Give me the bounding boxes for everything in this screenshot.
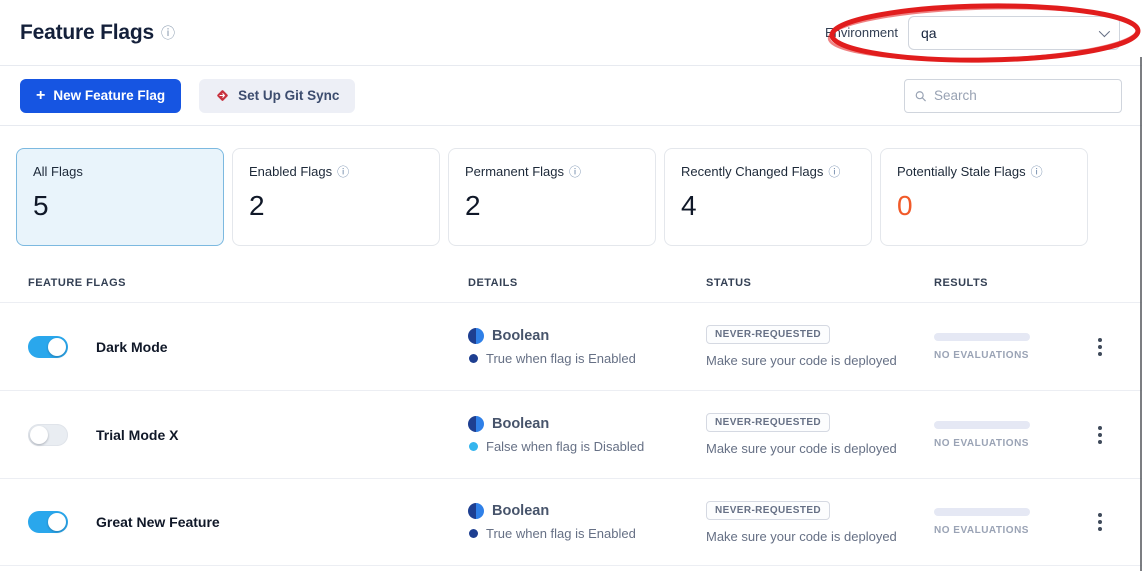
setup-git-sync-button[interactable]: Set Up Git Sync [199, 79, 355, 113]
boolean-type-icon [468, 328, 484, 344]
environment-label: Environment [825, 25, 898, 40]
chevron-down-icon [1099, 25, 1110, 36]
stat-card-enabled-flags[interactable]: Enabled Flags ⓘ 2 [232, 148, 440, 246]
new-feature-flag-button[interactable]: + New Feature Flag [20, 79, 181, 113]
search-input[interactable] [934, 88, 1111, 103]
evaluations-bar [934, 508, 1030, 516]
flag-name-link[interactable]: Trial Mode X [96, 427, 178, 443]
row-menu-kebab-icon[interactable] [1090, 507, 1110, 537]
git-sync-icon [215, 88, 230, 103]
boolean-type-icon [468, 503, 484, 519]
status-text: Make sure your code is deployed [706, 353, 897, 368]
column-header-feature-flags: FEATURE FLAGS [28, 277, 468, 289]
status-badge: NEVER-REQUESTED [706, 501, 830, 520]
row-menu-kebab-icon[interactable] [1090, 420, 1110, 450]
stat-value-permanent-flags: 2 [465, 190, 639, 222]
flag-type-label: Boolean [492, 416, 549, 432]
plus-icon: + [36, 88, 45, 104]
info-icon[interactable]: ⓘ [1031, 166, 1043, 178]
stat-card-permanent-flags[interactable]: Permanent Flags ⓘ 2 [448, 148, 656, 246]
title-info-icon[interactable]: ⓘ [161, 26, 175, 40]
flag-toggle[interactable] [28, 336, 68, 358]
toggle-knob [30, 426, 48, 444]
column-header-results: RESULTS [934, 277, 1090, 289]
evaluations-label: NO EVALUATIONS [934, 350, 1090, 361]
stat-label: All Flags [33, 164, 83, 179]
setup-git-sync-label: Set Up Git Sync [238, 88, 339, 103]
column-header-details: DETAILS [468, 277, 706, 289]
variation-label: True when flag is Enabled [486, 351, 636, 366]
search-box[interactable] [904, 79, 1122, 113]
stat-card-all-flags[interactable]: All Flags 5 [16, 148, 224, 246]
stat-value-enabled-flags: 2 [249, 190, 423, 222]
variation-dot [469, 442, 478, 451]
info-icon[interactable]: ⓘ [569, 166, 581, 178]
variation-label: True when flag is Enabled [486, 526, 636, 541]
search-icon [915, 89, 926, 103]
stat-cards: All Flags 5 Enabled Flags ⓘ 2 Permanent … [0, 126, 1142, 246]
evaluations-bar [934, 333, 1030, 341]
toggle-knob [48, 513, 66, 531]
flag-toggle[interactable] [28, 511, 68, 533]
status-badge: NEVER-REQUESTED [706, 325, 830, 344]
stat-label: Enabled Flags [249, 164, 332, 179]
stat-label: Potentially Stale Flags [897, 164, 1026, 179]
variation-dot [469, 354, 478, 363]
evaluations-label: NO EVALUATIONS [934, 525, 1090, 536]
evaluations-bar [934, 421, 1030, 429]
status-text: Make sure your code is deployed [706, 529, 897, 544]
table-row: Great New Feature Boolean True when flag… [0, 478, 1142, 566]
new-feature-flag-label: New Feature Flag [53, 88, 165, 103]
environment-value: qa [921, 25, 937, 41]
stat-value-recently-changed-flags: 4 [681, 190, 855, 222]
feature-flags-table: FEATURE FLAGS DETAILS STATUS RESULTS Dar… [0, 264, 1142, 566]
stat-value-stale: 0 [897, 190, 1071, 222]
stat-value-all-flags: 5 [33, 190, 207, 222]
toolbar: + New Feature Flag Set Up Git Sync [0, 66, 1142, 126]
flag-type-label: Boolean [492, 503, 549, 519]
environment-selector: Environment qa [825, 16, 1120, 50]
evaluations-label: NO EVALUATIONS [934, 438, 1090, 449]
boolean-type-icon [468, 416, 484, 432]
stat-card-recently-changed-flags[interactable]: Recently Changed Flags ⓘ 4 [664, 148, 872, 246]
environment-dropdown[interactable]: qa [908, 16, 1120, 50]
flag-type-label: Boolean [492, 328, 549, 344]
stat-label: Permanent Flags [465, 164, 564, 179]
page-header: Feature Flags ⓘ Environment qa [0, 0, 1142, 66]
variation-dot [469, 529, 478, 538]
status-badge: NEVER-REQUESTED [706, 413, 830, 432]
table-header-row: FEATURE FLAGS DETAILS STATUS RESULTS [0, 264, 1142, 302]
toggle-knob [48, 338, 66, 356]
column-header-status: STATUS [706, 277, 934, 289]
status-text: Make sure your code is deployed [706, 441, 897, 456]
flag-name-link[interactable]: Dark Mode [96, 339, 168, 355]
row-menu-kebab-icon[interactable] [1090, 332, 1110, 362]
stat-label: Recently Changed Flags [681, 164, 823, 179]
table-row: Dark Mode Boolean True when flag is Enab… [0, 302, 1142, 390]
stat-card-potentially-stale-flags[interactable]: Potentially Stale Flags ⓘ 0 [880, 148, 1088, 246]
info-icon[interactable]: ⓘ [828, 166, 840, 178]
table-row: Trial Mode X Boolean False when flag is … [0, 390, 1142, 478]
info-icon[interactable]: ⓘ [337, 166, 349, 178]
variation-label: False when flag is Disabled [486, 439, 644, 454]
flag-name-link[interactable]: Great New Feature [96, 514, 220, 530]
flag-toggle[interactable] [28, 424, 68, 446]
page-title: Feature Flags [20, 21, 154, 45]
